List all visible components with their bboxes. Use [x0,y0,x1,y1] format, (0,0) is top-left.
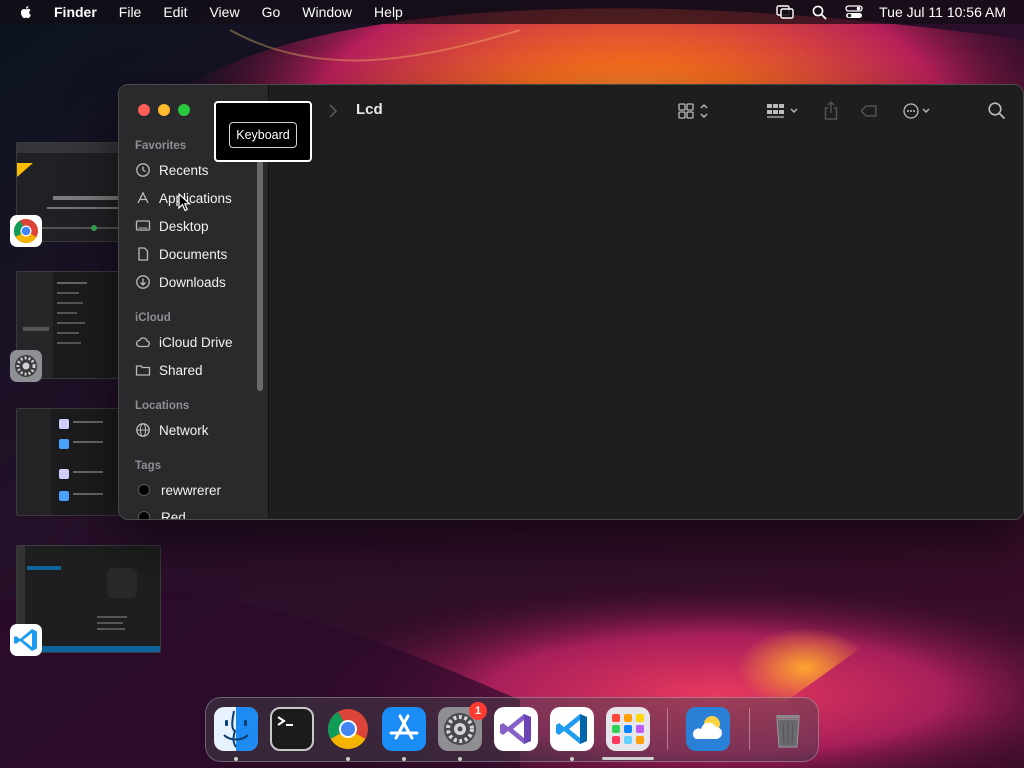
tag-icon[interactable] [861,99,881,123]
applications-icon [137,191,149,204]
menu-go[interactable]: Go [251,0,292,24]
dock-chrome-icon[interactable] [326,707,370,751]
menu-help[interactable]: Help [363,0,414,24]
chrome-icon[interactable] [10,215,42,247]
sidebar-item-label: Documents [159,246,228,262]
dock-weather-icon[interactable] [686,707,730,751]
running-indicator [570,757,574,761]
sidebar-item-label: rewwrerer [161,482,222,498]
sidebar-item-label: Red [161,509,186,520]
folder-title: Lcd [356,101,383,118]
globe-icon [136,423,150,437]
sidebar-tag-red[interactable]: Red [135,506,257,520]
sidebar-item-recents[interactable]: Recents [135,159,257,181]
sidebar-item-documents[interactable]: Documents [135,243,257,265]
menu-app-name[interactable]: Finder [48,0,108,24]
apple-menu-icon[interactable] [18,4,34,20]
desktop-icon [135,220,151,231]
sidebar-section-favorites: Favorites [135,140,187,152]
stage-group-chrome[interactable] [10,142,122,247]
dock-separator [667,708,668,750]
share-icon[interactable] [822,99,840,123]
system-settings-icon[interactable] [10,350,42,382]
sidebar-item-label: Network [159,422,209,438]
finder-toolbar: Lcd [269,85,1023,137]
sidebar-item-network[interactable]: Network [135,419,257,441]
sidebar-item-label: Downloads [159,274,226,290]
dock-finder-icon[interactable] [214,707,258,751]
dock-separator [749,708,750,750]
dock-trash-icon[interactable] [766,707,810,751]
sidebar-item-downloads[interactable]: Downloads [135,271,257,293]
sidebar-item-applications[interactable]: Applications [135,187,257,209]
action-menu-icon[interactable] [901,99,937,123]
stage-group-visual-studio[interactable] [16,408,122,516]
screen-mirroring-icon[interactable] [776,5,794,19]
control-center-icon[interactable] [845,5,863,19]
running-indicator [402,757,406,761]
menu-bar-clock[interactable]: Tue Jul 11 10:56 AM [879,4,1006,20]
running-indicator [346,757,350,761]
dock-vscode-icon[interactable] [550,707,594,751]
menu-bar: Finder File Edit View Go Window Help Tue… [0,0,1024,24]
tag-color-dot [138,511,150,519]
menu-window[interactable]: Window [291,0,363,24]
sidebar-item-shared[interactable]: Shared [135,359,257,381]
keyboard-tooltip: Keyboard [214,101,312,162]
dock-launchpad-icon[interactable] [606,707,650,751]
tag-color-dot [138,484,150,496]
sidebar-item-label: Applications [159,190,232,206]
sidebar-item-desktop[interactable]: Desktop [135,215,257,237]
search-icon[interactable] [987,99,1007,123]
keyboard-tooltip-label: Keyboard [229,122,297,148]
dock-terminal-icon[interactable] [270,707,314,751]
clock-icon [136,163,150,177]
dock: 1 [205,697,819,762]
stage-group-vscode[interactable] [10,545,161,656]
minimize-window-button[interactable] [158,104,170,116]
menu-view[interactable]: View [198,0,250,24]
close-window-button[interactable] [138,104,150,116]
download-icon [136,275,150,289]
dock-scroll-indicator [602,757,654,760]
menu-file[interactable]: File [108,0,153,24]
icon-view-icon[interactable] [677,99,715,123]
sidebar-section-tags: Tags [135,460,161,472]
menu-edit[interactable]: Edit [152,0,198,24]
sidebar-section-locations: Locations [135,400,190,412]
sidebar-section-icloud: iCloud [135,312,171,324]
zoom-window-button[interactable] [178,104,190,116]
stage-thumbnail-visual-studio[interactable] [16,408,122,516]
shared-folder-icon [135,365,151,376]
spotlight-icon[interactable] [812,5,827,20]
sidebar-scrollbar[interactable] [257,161,263,391]
mouse-cursor-icon [178,193,192,212]
vscode-icon[interactable] [10,624,42,656]
finder-content-area[interactable] [269,137,1023,519]
cloud-icon [136,337,150,348]
stage-group-system-settings[interactable] [10,271,122,382]
running-indicator [234,757,238,761]
sidebar-tag-rewwrerer[interactable]: rewwrerer [135,479,257,501]
notification-badge: 1 [469,702,487,720]
sidebar-item-label: Shared [159,362,203,378]
running-indicator [458,757,462,761]
sidebar-item-icloud-drive[interactable]: iCloud Drive [135,331,257,353]
sidebar-item-label: Desktop [159,218,209,234]
sidebar-item-label: iCloud Drive [159,334,233,350]
document-icon [138,247,149,261]
group-icon[interactable] [765,99,803,123]
forward-icon[interactable] [326,99,340,123]
dock-visual-studio-icon[interactable] [494,707,538,751]
sidebar-item-label: Recents [159,162,209,178]
dock-app-store-icon[interactable] [382,707,426,751]
